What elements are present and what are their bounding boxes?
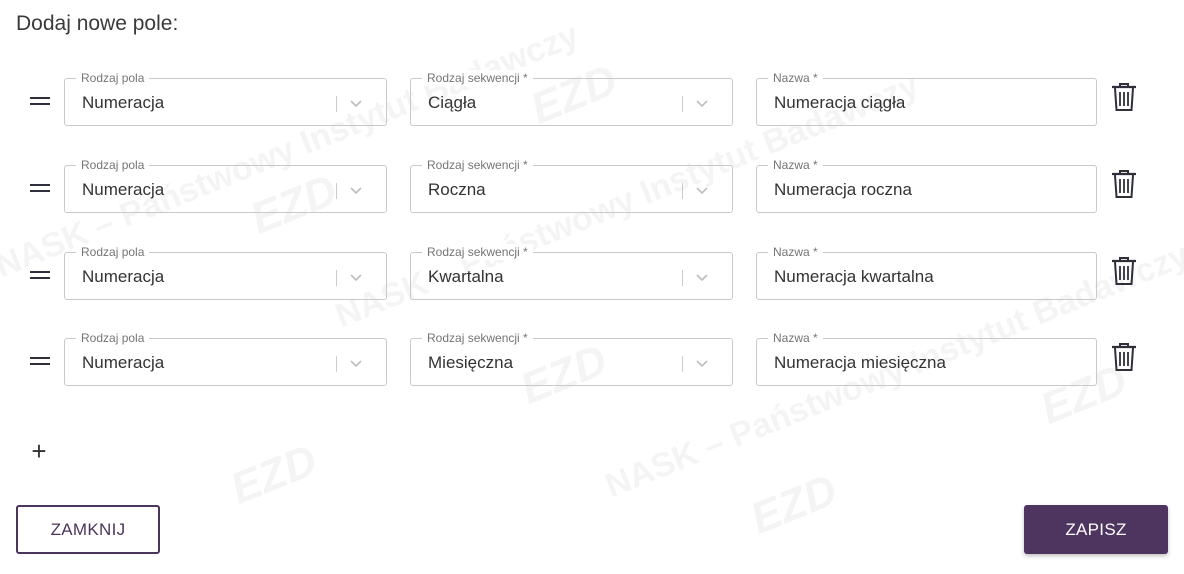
field-row: Rodzaj pola Numeracja Rodzaj sekwencji *…: [0, 244, 1184, 302]
select-separator: [682, 183, 683, 199]
trash-icon[interactable]: [1110, 341, 1138, 373]
field-type-select[interactable]: Rodzaj pola Numeracja: [64, 70, 387, 126]
sequence-type-label: Rodzaj sekwencji *: [422, 244, 533, 260]
field-type-label: Rodzaj pola: [76, 157, 150, 173]
add-field-dialog: NASK – Państwowy Instytut Badawczy NASK …: [0, 0, 1184, 574]
name-label: Nazwa *: [768, 330, 823, 346]
chevron-down-icon[interactable]: [348, 95, 364, 111]
trash-icon[interactable]: [1110, 255, 1138, 287]
plus-icon[interactable]: +: [28, 436, 50, 466]
select-separator: [336, 183, 337, 199]
sequence-type-value: Roczna: [428, 180, 486, 199]
watermark-logo: EZD: [224, 435, 324, 514]
chevron-down-icon[interactable]: [348, 182, 364, 198]
save-button[interactable]: ZAPISZ: [1024, 505, 1168, 554]
select-separator: [682, 96, 683, 112]
chevron-down-icon[interactable]: [694, 182, 710, 198]
sequence-type-select[interactable]: Rodzaj sekwencji * Kwartalna: [410, 244, 733, 300]
name-label: Nazwa *: [768, 244, 823, 260]
sequence-type-select[interactable]: Rodzaj sekwencji * Ciągła: [410, 70, 733, 126]
sequence-type-label: Rodzaj sekwencji *: [422, 157, 533, 173]
field-type-value: Numeracja: [82, 93, 165, 112]
chevron-down-icon[interactable]: [694, 269, 710, 285]
select-separator: [336, 96, 337, 112]
trash-icon[interactable]: [1110, 81, 1138, 113]
select-separator: [336, 356, 337, 372]
name-input[interactable]: Nazwa * Numeracja roczna: [756, 157, 1097, 213]
name-value: Numeracja miesięczna: [774, 353, 946, 372]
select-separator: [682, 270, 683, 286]
name-input[interactable]: Nazwa * Numeracja kwartalna: [756, 244, 1097, 300]
sequence-type-select[interactable]: Rodzaj sekwencji * Miesięczna: [410, 330, 733, 386]
field-type-select[interactable]: Rodzaj pola Numeracja: [64, 330, 387, 386]
field-type-label: Rodzaj pola: [76, 244, 150, 260]
name-value: Numeracja kwartalna: [774, 267, 934, 286]
chevron-down-icon[interactable]: [694, 355, 710, 371]
name-label: Nazwa *: [768, 157, 823, 173]
drag-handle-icon[interactable]: [30, 95, 50, 107]
dialog-title: Dodaj nowe pole:: [16, 12, 179, 35]
sequence-type-label: Rodzaj sekwencji *: [422, 330, 533, 346]
field-type-value: Numeracja: [82, 180, 165, 199]
select-separator: [682, 356, 683, 372]
name-value: Numeracja roczna: [774, 180, 912, 199]
chevron-down-icon[interactable]: [348, 355, 364, 371]
field-type-select[interactable]: Rodzaj pola Numeracja: [64, 157, 387, 213]
name-label: Nazwa *: [768, 70, 823, 86]
sequence-type-value: Miesięczna: [428, 353, 514, 372]
close-button[interactable]: ZAMKNIJ: [16, 505, 160, 554]
sequence-type-label: Rodzaj sekwencji *: [422, 70, 533, 86]
drag-handle-icon[interactable]: [30, 269, 50, 281]
field-type-select[interactable]: Rodzaj pola Numeracja: [64, 244, 387, 300]
drag-handle-icon[interactable]: [30, 182, 50, 194]
sequence-type-value: Ciągła: [428, 93, 477, 112]
field-type-label: Rodzaj pola: [76, 70, 150, 86]
select-separator: [336, 270, 337, 286]
field-type-label: Rodzaj pola: [76, 330, 150, 346]
chevron-down-icon[interactable]: [348, 269, 364, 285]
field-type-value: Numeracja: [82, 353, 165, 372]
drag-handle-icon[interactable]: [30, 355, 50, 367]
chevron-down-icon[interactable]: [694, 95, 710, 111]
name-value: Numeracja ciągła: [774, 93, 906, 112]
field-row: Rodzaj pola Numeracja Rodzaj sekwencji *…: [0, 70, 1184, 128]
name-input[interactable]: Nazwa * Numeracja miesięczna: [756, 330, 1097, 386]
field-row: Rodzaj pola Numeracja Rodzaj sekwencji *…: [0, 330, 1184, 388]
trash-icon[interactable]: [1110, 168, 1138, 200]
field-type-value: Numeracja: [82, 267, 165, 286]
sequence-type-select[interactable]: Rodzaj sekwencji * Roczna: [410, 157, 733, 213]
name-input[interactable]: Nazwa * Numeracja ciągła: [756, 70, 1097, 126]
sequence-type-value: Kwartalna: [428, 267, 504, 286]
watermark-logo: EZD: [744, 465, 844, 544]
field-row: Rodzaj pola Numeracja Rodzaj sekwencji *…: [0, 157, 1184, 215]
